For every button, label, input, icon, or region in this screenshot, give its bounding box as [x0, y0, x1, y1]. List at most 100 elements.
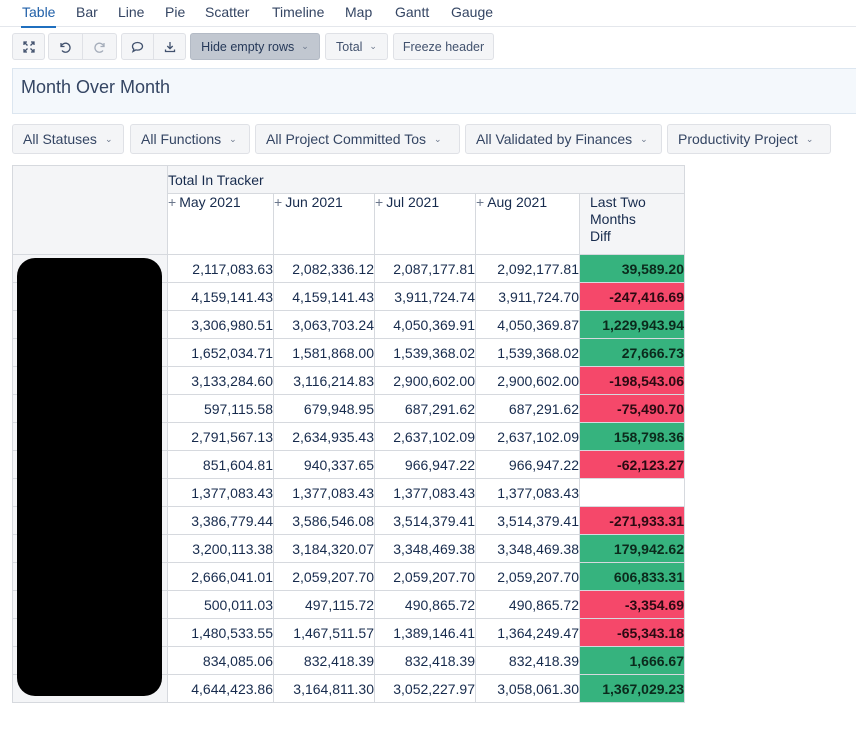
tab-scatter[interactable]: Scatter	[205, 4, 249, 20]
table-cell: 3,911,724.70	[475, 282, 580, 311]
table-cell: 2,666,041.01	[167, 562, 274, 591]
chevron-down-icon: ⌄	[369, 41, 377, 51]
filter-label: Productivity Project	[678, 131, 798, 147]
fullscreen-button[interactable]	[12, 33, 45, 60]
tab-gantt[interactable]: Gantt	[395, 4, 429, 20]
chevron-down-icon: ⌄	[434, 133, 442, 144]
table-cell: 3,586,546.08	[273, 506, 375, 535]
diff-cell: 1,367,029.23	[579, 674, 685, 703]
diff-cell: 27,666.73	[579, 338, 685, 367]
diff-cell: 1,229,943.94	[579, 310, 685, 339]
table-cell: 1,377,083.43	[167, 478, 274, 507]
table-cell: 1,539,368.02	[374, 338, 476, 367]
table-cell: 4,050,369.91	[374, 310, 476, 339]
table-cell: 4,159,141.43	[167, 282, 274, 311]
expand-icon[interactable]: +	[168, 194, 176, 210]
table-cell: 1,652,034.71	[167, 338, 274, 367]
export-icon	[164, 41, 175, 52]
filter-project-committed-tos[interactable]: All Project Committed Tos ⌄	[255, 124, 460, 154]
comment-button[interactable]	[121, 33, 154, 60]
table-cell: 4,159,141.43	[273, 282, 375, 311]
total-label: Total	[336, 39, 363, 54]
table-cell: 490,865.72	[374, 590, 476, 619]
table-cell: 687,291.62	[374, 394, 476, 423]
diff-cell: -198,543.06	[579, 366, 685, 395]
filter-label: All Project Committed Tos	[266, 131, 427, 147]
table-cell: 832,418.39	[374, 646, 476, 675]
undo-button[interactable]	[48, 33, 83, 60]
redo-button[interactable]	[82, 33, 117, 60]
table-cell: 3,514,379.41	[475, 506, 580, 535]
table-cell: 2,791,567.13	[167, 422, 274, 451]
chevron-down-icon: ⌄	[104, 133, 113, 144]
filter-functions[interactable]: All Functions ⌄	[130, 124, 250, 154]
column-header-may[interactable]: + May 2021	[167, 193, 274, 255]
column-header-jun[interactable]: + Jun 2021	[273, 193, 375, 255]
table-cell: 832,418.39	[273, 646, 375, 675]
expand-icon[interactable]: +	[274, 194, 282, 210]
freeze-header-label: Freeze header	[402, 39, 485, 54]
filter-label: All Validated by Finances	[476, 131, 633, 147]
table-cell: 1,377,083.43	[374, 478, 476, 507]
toolbar: Hide empty rows ⌄ Total ⌄ Freeze header	[0, 33, 856, 60]
table-cell: 490,865.72	[475, 590, 580, 619]
diff-cell: 1,666.67	[579, 646, 685, 675]
table-cell: 1,364,249.47	[475, 618, 580, 647]
chevron-down-icon: ⌄	[805, 133, 814, 144]
tab-pie[interactable]: Pie	[165, 4, 185, 20]
table-cell: 1,377,083.43	[273, 478, 375, 507]
expand-icon[interactable]: +	[476, 194, 484, 210]
diff-cell: 39,589.20	[579, 254, 685, 283]
table-cell: 1,480,533.55	[167, 618, 274, 647]
table-cell: 497,115.72	[273, 590, 375, 619]
hide-empty-rows-label: Hide empty rows	[201, 39, 295, 54]
table-cell: 3,514,379.41	[374, 506, 476, 535]
table-cell: 2,059,207.70	[374, 562, 476, 591]
tab-bar[interactable]: Bar	[76, 4, 98, 20]
table-cell: 2,082,336.12	[273, 254, 375, 283]
filter-statuses[interactable]: All Statuses ⌄	[12, 124, 124, 154]
redacted-row-labels	[17, 258, 162, 696]
tab-line[interactable]: Line	[118, 4, 144, 20]
diff-cell	[579, 478, 685, 507]
table-cell: 834,085.06	[167, 646, 274, 675]
table-cell: 3,164,811.30	[273, 674, 375, 703]
table-cell: 3,063,703.24	[273, 310, 375, 339]
column-header-aug[interactable]: + Aug 2021	[475, 193, 580, 255]
table-cell: 1,377,083.43	[475, 478, 580, 507]
tab-table[interactable]: Table	[20, 4, 57, 28]
table-cell: 3,386,779.44	[167, 506, 274, 535]
table-cell: 2,092,177.81	[475, 254, 580, 283]
filter-productivity-project[interactable]: Productivity Project ⌄	[667, 124, 831, 154]
table-cell: 4,644,423.86	[167, 674, 274, 703]
table-cell: 687,291.62	[475, 394, 580, 423]
column-header-diff[interactable]: Last Two Months Diff	[579, 193, 685, 255]
diff-cell: 606,833.31	[579, 562, 685, 591]
freeze-header-button[interactable]: Freeze header	[393, 33, 494, 60]
column-header-jul[interactable]: + Jul 2021	[374, 193, 476, 255]
expand-icon[interactable]: +	[375, 194, 383, 210]
filter-label: All Functions	[141, 131, 222, 147]
diff-cell: 179,942.62	[579, 534, 685, 563]
diff-cell: -75,490.70	[579, 394, 685, 423]
table-cell: 851,604.81	[167, 450, 274, 479]
tab-timeline[interactable]: Timeline	[272, 4, 324, 20]
diff-cell: -247,416.69	[579, 282, 685, 311]
table-cell: 4,050,369.87	[475, 310, 580, 339]
filter-validated-by-finances[interactable]: All Validated by Finances ⌄	[465, 124, 662, 154]
tab-gauge[interactable]: Gauge	[451, 4, 493, 20]
diff-cell: -62,123.27	[579, 450, 685, 479]
table-cell: 3,184,320.07	[273, 534, 375, 563]
table-cell: 2,637,102.09	[475, 422, 580, 451]
chevron-down-icon: ⌄	[301, 41, 309, 51]
undo-redo-group	[48, 33, 117, 60]
diff-cell: -65,343.18	[579, 618, 685, 647]
tab-map[interactable]: Map	[345, 4, 372, 20]
total-dropdown[interactable]: Total ⌄	[325, 33, 388, 60]
export-button[interactable]	[153, 33, 186, 60]
report-title-panel: Month Over Month	[12, 68, 856, 114]
filter-label: All Statuses	[23, 131, 97, 147]
diff-cell: 158,798.36	[579, 422, 685, 451]
hide-empty-rows-button[interactable]: Hide empty rows ⌄	[190, 33, 320, 60]
table-cell: 832,418.39	[475, 646, 580, 675]
